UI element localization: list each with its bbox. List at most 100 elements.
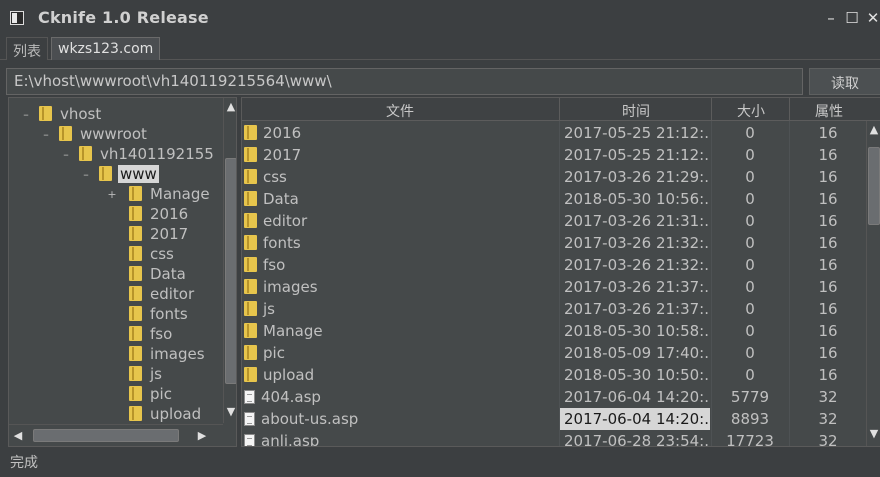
- column-header-time[interactable]: 时间: [560, 101, 712, 121]
- tree-item[interactable]: Data: [129, 265, 188, 285]
- folder-icon: [39, 106, 52, 121]
- table-row[interactable]: fonts 2017-03-26 21:32:... 0 16: [242, 232, 866, 254]
- table-row[interactable]: editor 2017-03-26 21:31:... 0 16: [242, 210, 866, 232]
- scroll-right-icon[interactable]: ▶: [195, 427, 209, 445]
- tree-item[interactable]: fso: [129, 325, 174, 345]
- table-row[interactable]: 2016 2017-05-25 21:12:... 0 16: [242, 122, 866, 144]
- tree-vertical-scrollbar[interactable]: ▲ ▼: [223, 98, 236, 423]
- folder-icon: [79, 146, 92, 161]
- file-size-cell: 0: [745, 146, 755, 164]
- tree-item[interactable]: – www: [83, 165, 159, 185]
- status-text: 完成: [10, 455, 38, 471]
- file-name-cell: js: [242, 300, 558, 318]
- table-row[interactable]: Data 2018-05-30 10:56:... 0 16: [242, 188, 866, 210]
- tree-item[interactable]: 2016: [129, 205, 190, 225]
- tree-item[interactable]: + Manage: [107, 185, 212, 205]
- tree-item-label: upload: [150, 405, 202, 423]
- file-attr-cell: 16: [818, 256, 838, 274]
- table-row[interactable]: pic 2018-05-09 17:40:... 0 16: [242, 342, 866, 364]
- folder-icon: [244, 147, 257, 162]
- folder-icon: [244, 235, 257, 250]
- close-button[interactable]: ✕: [864, 9, 880, 27]
- file-time-cell: 2018-05-30 10:50:...: [564, 366, 710, 384]
- file-attr-cell: 16: [818, 344, 838, 362]
- tree-item[interactable]: fonts: [129, 305, 190, 325]
- table-row[interactable]: 404.asp 2017-06-04 14:20:... 5779 32: [242, 386, 866, 408]
- table-row[interactable]: css 2017-03-26 21:29:... 0 16: [242, 166, 866, 188]
- tree-item[interactable]: – wwwroot: [43, 125, 149, 145]
- scroll-up-icon[interactable]: ▲: [224, 98, 236, 116]
- tree-item[interactable]: 2017: [129, 225, 190, 245]
- tree-item[interactable]: upload: [129, 405, 203, 425]
- file-time-cell: 2017-06-04 14:20:...: [560, 408, 710, 430]
- tree-item[interactable]: editor: [129, 285, 196, 305]
- file-time-cell: 2017-06-28 23:54:...: [564, 432, 710, 447]
- folder-icon: [129, 386, 142, 401]
- tree-horizontal-scrollbar[interactable]: ◀ ▶: [9, 424, 223, 446]
- tree-item-label: pic: [150, 385, 172, 403]
- table-row[interactable]: images 2017-03-26 21:37:... 0 16: [242, 276, 866, 298]
- tree-item-label: js: [150, 365, 162, 383]
- column-header-size[interactable]: 大小: [712, 101, 790, 121]
- column-header-attr[interactable]: 属性: [790, 101, 868, 121]
- minimize-button[interactable]: –: [822, 9, 840, 27]
- table-row[interactable]: anli.asp 2017-06-28 23:54:... 17723 32: [242, 430, 866, 447]
- table-scroll-thumb[interactable]: [868, 147, 880, 225]
- file-name: images: [263, 278, 318, 296]
- column-header-name[interactable]: 文件: [242, 101, 558, 121]
- collapse-icon[interactable]: –: [41, 128, 51, 141]
- collapse-icon[interactable]: –: [61, 148, 71, 161]
- file-time-cell: 2018-05-30 10:56:...: [564, 190, 710, 208]
- file-attr-cell: 16: [818, 212, 838, 230]
- collapse-icon[interactable]: –: [81, 168, 91, 181]
- folder-icon: [244, 169, 257, 184]
- tree-item-label: editor: [150, 285, 195, 303]
- file-name: js: [263, 300, 275, 318]
- folder-icon: [129, 226, 142, 241]
- table-row[interactable]: about-us.asp 2017-06-04 14:20:... 8893 32: [242, 408, 866, 430]
- file-size-cell: 17723: [726, 432, 774, 447]
- expand-icon[interactable]: +: [107, 188, 117, 201]
- tab-wkzs123[interactable]: wkzs123.com: [51, 37, 161, 60]
- table-vertical-scrollbar[interactable]: ▲ ▼: [866, 121, 880, 446]
- file-attr-cell: 32: [818, 410, 838, 428]
- table-row[interactable]: fso 2017-03-26 21:32:... 0 16: [242, 254, 866, 276]
- tree-item[interactable]: css: [129, 245, 176, 265]
- scroll-left-icon[interactable]: ◀: [11, 427, 25, 445]
- folder-icon: [244, 257, 257, 272]
- file-size-cell: 5779: [730, 388, 770, 406]
- folder-icon: [99, 166, 112, 181]
- path-input[interactable]: E:\vhost\wwwroot\vh140119215564\www\: [6, 68, 803, 95]
- file-size-cell: 0: [745, 212, 755, 230]
- maximize-button[interactable]: ☐: [843, 9, 861, 27]
- folder-icon: [129, 266, 142, 281]
- tree-item[interactable]: – vh1401192155: [63, 145, 216, 165]
- tree-item-label: 2016: [150, 205, 189, 223]
- table-row[interactable]: upload 2018-05-30 10:50:... 0 16: [242, 364, 866, 386]
- tree-item-label: Data: [150, 265, 186, 283]
- folder-icon: [244, 279, 257, 294]
- tree-scroll-thumb[interactable]: [225, 158, 236, 384]
- folder-icon: [244, 191, 257, 206]
- file-time-cell: 2017-03-26 21:32:...: [564, 234, 710, 252]
- tree-item[interactable]: pic: [129, 385, 174, 405]
- tree-hscroll-thumb[interactable]: [33, 429, 179, 442]
- table-row[interactable]: 2017 2017-05-25 21:12:... 0 16: [242, 144, 866, 166]
- file-name-cell: Data: [242, 190, 558, 208]
- tree-item[interactable]: images: [129, 345, 207, 365]
- table-row[interactable]: js 2017-03-26 21:37:... 0 16: [242, 298, 866, 320]
- file-time-cell: 2017-05-25 21:12:...: [564, 124, 710, 142]
- scroll-up-icon[interactable]: ▲: [867, 121, 880, 139]
- read-button[interactable]: 读取: [809, 68, 880, 95]
- tab-list[interactable]: 列表: [6, 37, 48, 60]
- file-size-cell: 0: [745, 190, 755, 208]
- table-row[interactable]: Manage 2018-05-30 10:58:... 0 16: [242, 320, 866, 342]
- scroll-down-icon[interactable]: ▼: [867, 425, 880, 443]
- scroll-down-icon[interactable]: ▼: [224, 403, 236, 421]
- file-name: upload: [263, 366, 315, 384]
- tree-item[interactable]: – vhost: [23, 105, 103, 125]
- tree-item[interactable]: js: [129, 365, 164, 385]
- file-name-cell: about-us.asp: [242, 410, 558, 428]
- file-name-cell: 2016: [242, 124, 558, 142]
- collapse-icon[interactable]: –: [21, 108, 31, 121]
